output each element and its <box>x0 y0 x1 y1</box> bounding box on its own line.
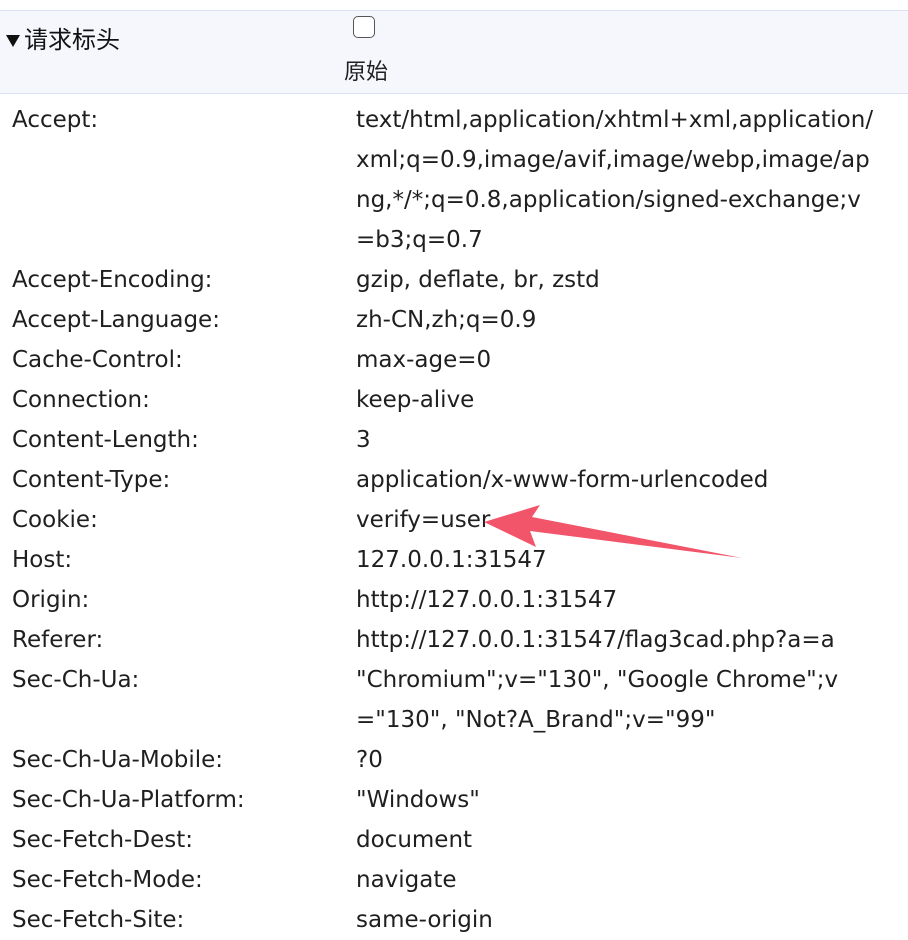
header-name: Accept-Encoding: <box>12 267 213 293</box>
header-name: Cookie: <box>12 507 98 533</box>
header-row-sec-fetch-mode: Sec-Fetch-Mode: navigate <box>0 860 908 900</box>
header-name: Cache-Control: <box>12 347 183 373</box>
request-headers-toggle[interactable]: 请求标头 <box>6 26 120 54</box>
header-name: Sec-Fetch-Site: <box>12 907 185 933</box>
header-row-sec-ch-ua: Sec-Ch-Ua: "Chromium";v="130", "Google C… <box>0 660 908 740</box>
raw-label: 原始 <box>344 60 389 85</box>
header-row-sec-ch-ua-platform: Sec-Ch-Ua-Platform: "Windows" <box>0 780 908 820</box>
header-row-sec-fetch-dest: Sec-Fetch-Dest: document <box>0 820 908 860</box>
header-name: Accept: <box>12 107 99 133</box>
header-name: Accept-Language: <box>12 307 220 333</box>
header-row-referer: Referer: http://127.0.0.1:31547/flag3cad… <box>0 620 908 660</box>
header-value: document <box>356 827 473 853</box>
header-row-sec-ch-ua-mobile: Sec-Ch-Ua-Mobile: ?0 <box>0 740 908 780</box>
header-row-connection: Connection: keep-alive <box>0 380 908 420</box>
header-value: 3 <box>356 427 371 453</box>
header-name: Sec-Ch-Ua-Mobile: <box>12 747 224 773</box>
header-value: ?0 <box>356 747 383 773</box>
header-row-host: Host: 127.0.0.1:31547 <box>0 540 908 580</box>
header-value: navigate <box>356 867 457 893</box>
header-row-sec-fetch-site: Sec-Fetch-Site: same-origin <box>0 900 908 940</box>
header-value: zh-CN,zh;q=0.9 <box>356 307 537 333</box>
header-row-content-length: Content-Length: 3 <box>0 420 908 460</box>
header-row-content-type: Content-Type: application/x-www-form-url… <box>0 460 908 500</box>
header-row-accept-encoding: Accept-Encoding: gzip, deflate, br, zstd <box>0 260 908 300</box>
raw-toggle[interactable]: 原始 <box>344 14 404 90</box>
header-value: "Chromium";v="130", "Google Chrome";v="1… <box>356 667 839 733</box>
header-name: Connection: <box>12 387 150 413</box>
header-name: Sec-Fetch-Dest: <box>12 827 193 853</box>
header-value: application/x-www-form-urlencoded <box>356 467 769 493</box>
header-value: text/html,application/xhtml+xml,applicat… <box>356 107 874 253</box>
header-row-origin: Origin: http://127.0.0.1:31547 <box>0 580 908 620</box>
header-value: same-origin <box>356 907 493 933</box>
header-value: max-age=0 <box>356 347 492 373</box>
section-title: 请求标头 <box>24 26 120 54</box>
header-name: Sec-Ch-Ua: <box>12 667 140 693</box>
header-row-cache-control: Cache-Control: max-age=0 <box>0 340 908 380</box>
header-name: Sec-Ch-Ua-Platform: <box>12 787 245 813</box>
header-name: Host: <box>12 547 73 573</box>
header-value: http://127.0.0.1:31547/flag3cad.php?a=a <box>356 627 835 653</box>
header-row-cookie: Cookie: verify=user <box>0 500 908 540</box>
header-value: http://127.0.0.1:31547 <box>356 587 618 613</box>
header-value: 127.0.0.1:31547 <box>356 547 547 573</box>
header-name: Referer: <box>12 627 104 653</box>
header-row-accept-language: Accept-Language: zh-CN,zh;q=0.9 <box>0 300 908 340</box>
header-name: Sec-Fetch-Mode: <box>12 867 203 893</box>
request-headers-list: Accept: text/html,application/xhtml+xml,… <box>0 100 908 940</box>
header-row-accept: Accept: text/html,application/xhtml+xml,… <box>0 100 908 260</box>
header-name: Content-Length: <box>12 427 199 453</box>
header-value: "Windows" <box>356 787 480 813</box>
header-value: gzip, deflate, br, zstd <box>356 267 600 293</box>
expand-triangle-icon <box>6 35 20 47</box>
header-name: Origin: <box>12 587 90 613</box>
header-value: verify=user <box>356 507 491 533</box>
header-name: Content-Type: <box>12 467 171 493</box>
request-headers-section-header: 请求标头 原始 <box>0 10 908 94</box>
header-value: keep-alive <box>356 387 475 413</box>
raw-checkbox[interactable] <box>353 16 375 38</box>
